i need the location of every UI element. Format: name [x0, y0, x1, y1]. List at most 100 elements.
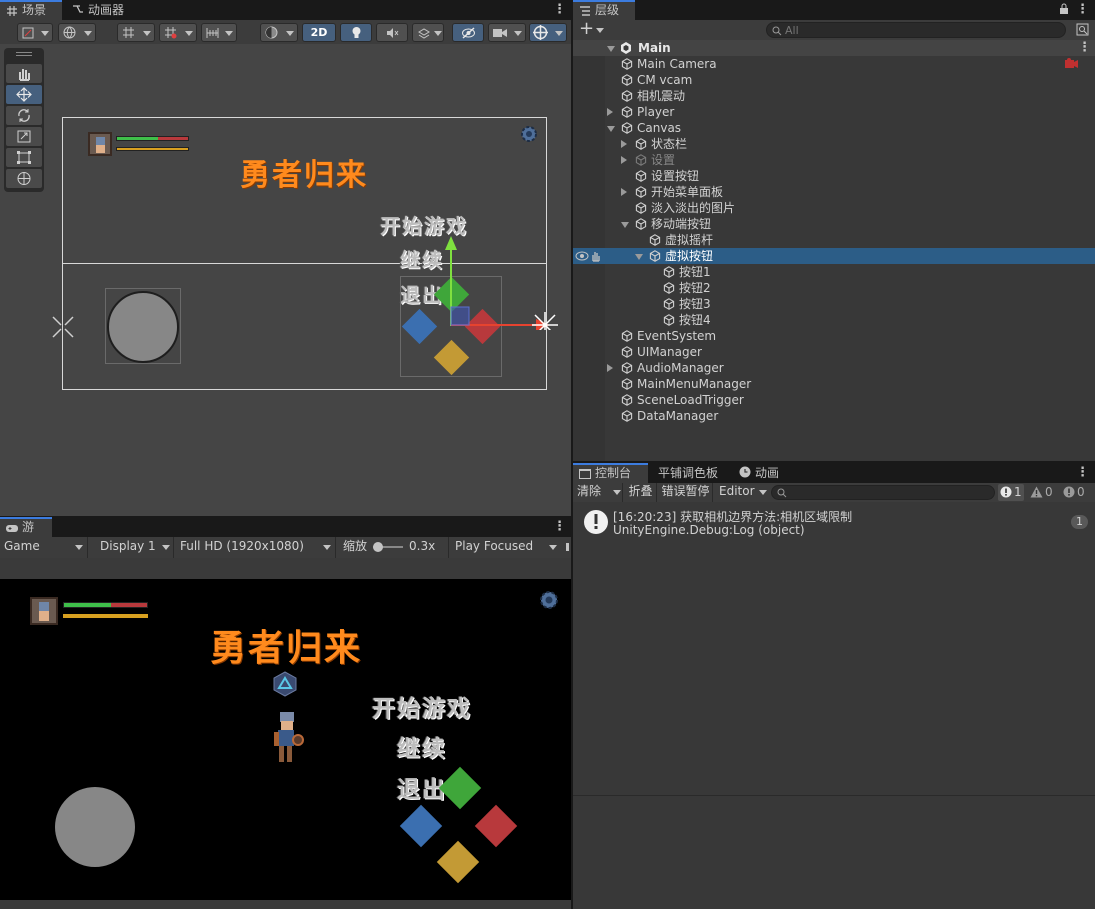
lock-icon[interactable] [1059, 3, 1069, 15]
expand-arrow-icon[interactable] [607, 126, 615, 132]
move-gizmo-icon[interactable] [440, 230, 565, 330]
expand-arrow-icon[interactable] [621, 156, 627, 164]
hierarchy-item[interactable]: 淡入淡出的图片 [573, 200, 1095, 216]
game-menu-start[interactable]: 开始游戏 [372, 689, 472, 723]
increment-snap-button[interactable] [159, 23, 197, 42]
expand-arrow-icon[interactable] [607, 46, 615, 52]
hierarchy-item[interactable]: 开始菜单面板 [573, 184, 1095, 200]
resolution-dropdown[interactable]: Full HD (1920x1080) [176, 537, 336, 558]
health-bar [116, 136, 189, 141]
error-count-toggle[interactable]: 0 [1061, 484, 1091, 501]
rect-tool-button[interactable] [6, 148, 42, 167]
hierarchy-item[interactable]: 相机震动 [573, 88, 1095, 104]
hierarchy-more-icon[interactable]: ⋮ [1076, 2, 1089, 17]
draw-mode-button[interactable] [17, 23, 53, 42]
tab-scene[interactable]: 场景 [0, 0, 62, 20]
visibility-toggle-button[interactable] [452, 23, 484, 42]
hierarchy-item[interactable]: UIManager [573, 344, 1095, 360]
scale-slider-handle[interactable] [373, 542, 383, 552]
scene-viewport[interactable]: 勇者归来 开始游戏 继续 退出 [0, 44, 571, 516]
tab-animation[interactable]: 动画 [733, 463, 787, 483]
root-more-icon[interactable]: ⋮ [1078, 40, 1091, 56]
hierarchy-item[interactable]: CM vcam [573, 72, 1095, 88]
gizmos-button[interactable] [529, 23, 567, 42]
warn-count-toggle[interactable]: 0 [1028, 484, 1058, 501]
scale-slider[interactable] [373, 542, 403, 552]
tab-hierarchy[interactable]: 层级 [573, 0, 635, 20]
lighting-button[interactable] [340, 23, 372, 42]
hierarchy-item[interactable]: 按钮1 [573, 264, 1095, 280]
collapse-button[interactable]: 折叠 [625, 483, 657, 502]
game-button-yellow[interactable] [436, 840, 480, 884]
hierarchy-search-input[interactable] [785, 23, 1055, 37]
hand-tool-button[interactable] [6, 64, 42, 83]
game-menu-continue[interactable]: 继续 [397, 729, 447, 763]
hierarchy-item[interactable]: Main Camera [573, 56, 1095, 72]
hierarchy-item[interactable]: 虚拟摇杆 [573, 232, 1095, 248]
hierarchy-root-row[interactable]: Main ⋮ [573, 40, 1095, 56]
hierarchy-item[interactable]: 设置 [573, 152, 1095, 168]
game-more-icon[interactable]: ⋮ [553, 519, 566, 534]
expand-arrow-icon[interactable] [607, 108, 613, 116]
game-settings-gear-icon[interactable] [538, 589, 560, 611]
hierarchy-item[interactable]: 移动端按钮 [573, 216, 1095, 232]
scene-view-button[interactable] [58, 23, 96, 42]
play-focused-dropdown[interactable]: Play Focused [448, 537, 560, 558]
expand-arrow-icon[interactable] [621, 222, 629, 228]
game-viewport[interactable]: 勇者归来 开始游戏 继续 退出 [0, 579, 571, 900]
hierarchy-item[interactable]: SceneLoadTrigger [573, 392, 1095, 408]
scene-more-icon[interactable]: ⋮ [553, 2, 566, 17]
eye-off-icon [462, 27, 475, 39]
hierarchy-item[interactable]: 按钮2 [573, 280, 1095, 296]
game-button-blue[interactable] [399, 804, 443, 848]
game-button-red[interactable] [474, 804, 518, 848]
pickable-hand-icon[interactable] [590, 250, 602, 262]
hierarchy-item[interactable]: MainMenuManager [573, 376, 1095, 392]
expand-arrow-icon[interactable] [621, 188, 627, 196]
log-count-toggle[interactable]: 1 [998, 484, 1024, 501]
rotate-tool-button[interactable] [6, 106, 42, 125]
ruler-snap-button[interactable] [201, 23, 237, 42]
hierarchy-item[interactable]: 按钮3 [573, 296, 1095, 312]
hierarchy-item[interactable]: 状态栏 [573, 136, 1095, 152]
move-tool-button[interactable] [6, 85, 42, 104]
hierarchy-item[interactable]: 虚拟按钮 [573, 248, 1095, 264]
hierarchy-item[interactable]: DataManager [573, 408, 1095, 424]
mode-2d-button[interactable]: 2D [302, 23, 336, 42]
error-pause-button[interactable]: 错误暂停 [659, 483, 713, 502]
hierarchy-item[interactable]: 设置按钮 [573, 168, 1095, 184]
shading-button[interactable] [260, 23, 298, 42]
hierarchy-item[interactable]: Canvas [573, 120, 1095, 136]
game-view-dropdown[interactable]: Game [0, 537, 88, 558]
console-more-icon[interactable]: ⋮ [1076, 465, 1089, 480]
console-entry[interactable]: [16:20:23] 获取相机边界方法:相机区域限制 UnityEngine.D… [573, 506, 1095, 540]
add-object-button[interactable]: + [579, 18, 607, 39]
clear-button[interactable]: 清除 [577, 483, 623, 502]
audio-button[interactable] [376, 23, 408, 42]
camera-icon [493, 29, 507, 37]
console-toolbar: 清除 折叠 错误暂停 Editor 1 0 0 [573, 483, 1095, 502]
editor-dropdown[interactable]: Editor [715, 483, 769, 502]
tab-animator[interactable]: 动画器 [66, 0, 136, 20]
hierarchy-search[interactable] [766, 22, 1066, 38]
tab-game[interactable]: 游戏 [0, 517, 52, 551]
expand-arrow-icon[interactable] [635, 254, 643, 260]
scale-tool-button[interactable] [6, 127, 42, 146]
scene-search-icon[interactable] [1076, 23, 1089, 36]
expand-arrow-icon[interactable] [607, 364, 613, 372]
hierarchy-item[interactable]: EventSystem [573, 328, 1095, 344]
tab-console[interactable]: 控制台 [573, 463, 648, 483]
camera-settings-button[interactable] [488, 23, 526, 42]
transform-tool-button[interactable] [6, 169, 42, 188]
visibility-eye-icon[interactable] [575, 251, 589, 261]
hierarchy-item[interactable]: Player [573, 104, 1095, 120]
expand-arrow-icon[interactable] [621, 140, 627, 148]
display-dropdown[interactable]: Display 1 [94, 537, 174, 558]
tab-tile-palette[interactable]: 平铺调色板 [652, 463, 726, 483]
hierarchy-item[interactable]: AudioManager [573, 360, 1095, 376]
console-search[interactable] [771, 485, 995, 500]
grid-snap-button[interactable] [117, 23, 155, 42]
game-joystick[interactable] [55, 787, 135, 867]
effects-button[interactable] [412, 23, 444, 42]
hierarchy-item[interactable]: 按钮4 [573, 312, 1095, 328]
